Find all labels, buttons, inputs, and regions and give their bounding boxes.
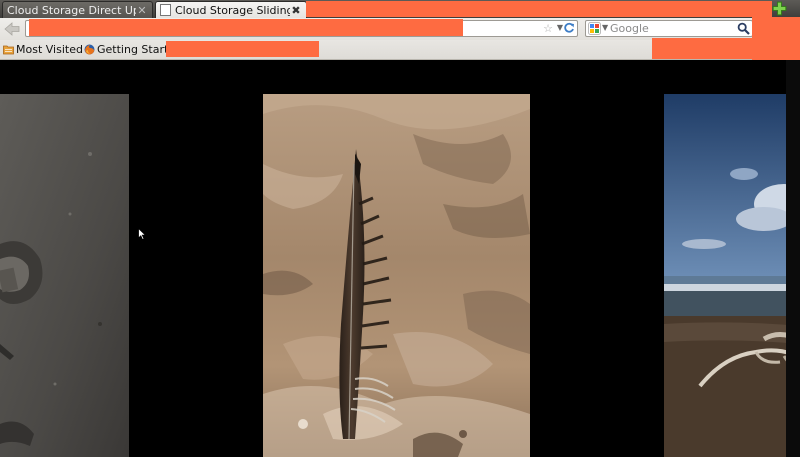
new-tab-button[interactable] bbox=[771, 1, 788, 16]
redaction-block bbox=[752, 17, 800, 61]
close-tab-icon[interactable]: ✖ bbox=[290, 4, 302, 17]
slide-image-beach-driftwood bbox=[664, 94, 800, 457]
page-icon bbox=[160, 4, 171, 16]
redaction-block bbox=[652, 38, 752, 59]
bookmark-most-visited[interactable]: Most Visited ▼ bbox=[3, 42, 91, 57]
slide-image-sand-debris bbox=[0, 94, 129, 457]
slide-next[interactable] bbox=[664, 94, 800, 457]
slideshow-viewport bbox=[0, 60, 800, 457]
slide-image-feather-in-sand bbox=[263, 94, 530, 457]
google-icon[interactable] bbox=[588, 22, 601, 35]
bookmark-label: Most Visited bbox=[16, 43, 83, 56]
engine-dropdown-icon[interactable]: ▼ bbox=[602, 23, 608, 32]
close-tab-icon[interactable]: ✕ bbox=[136, 4, 148, 17]
reload-icon[interactable] bbox=[563, 22, 575, 34]
tab-direct-upload[interactable]: Cloud Storage Direct Uploa… ✕ bbox=[2, 1, 153, 18]
redaction-block bbox=[29, 19, 463, 36]
folder-icon bbox=[3, 45, 14, 55]
tab-title: Cloud Storage Direct Uploa… bbox=[7, 3, 136, 17]
slide-previous[interactable] bbox=[0, 94, 129, 457]
tab-sliding-images[interactable]: Cloud Storage Sliding Imag… ✖ bbox=[155, 1, 307, 18]
back-button[interactable] bbox=[3, 20, 21, 38]
plus-icon bbox=[772, 1, 787, 16]
mouse-cursor-icon bbox=[138, 228, 146, 240]
tab-title: Cloud Storage Sliding Imag… bbox=[175, 3, 290, 17]
redaction-block bbox=[166, 41, 319, 57]
slide-current[interactable] bbox=[263, 94, 530, 457]
bookmark-star-icon[interactable]: ☆ bbox=[543, 22, 553, 35]
search-bar[interactable]: ▼ bbox=[585, 20, 753, 37]
vertical-scrollbar[interactable] bbox=[786, 60, 800, 457]
back-arrow-icon bbox=[4, 22, 20, 36]
search-icon[interactable] bbox=[737, 22, 750, 35]
search-input[interactable] bbox=[610, 21, 730, 36]
redaction-block bbox=[306, 1, 772, 17]
firefox-icon bbox=[84, 44, 95, 55]
